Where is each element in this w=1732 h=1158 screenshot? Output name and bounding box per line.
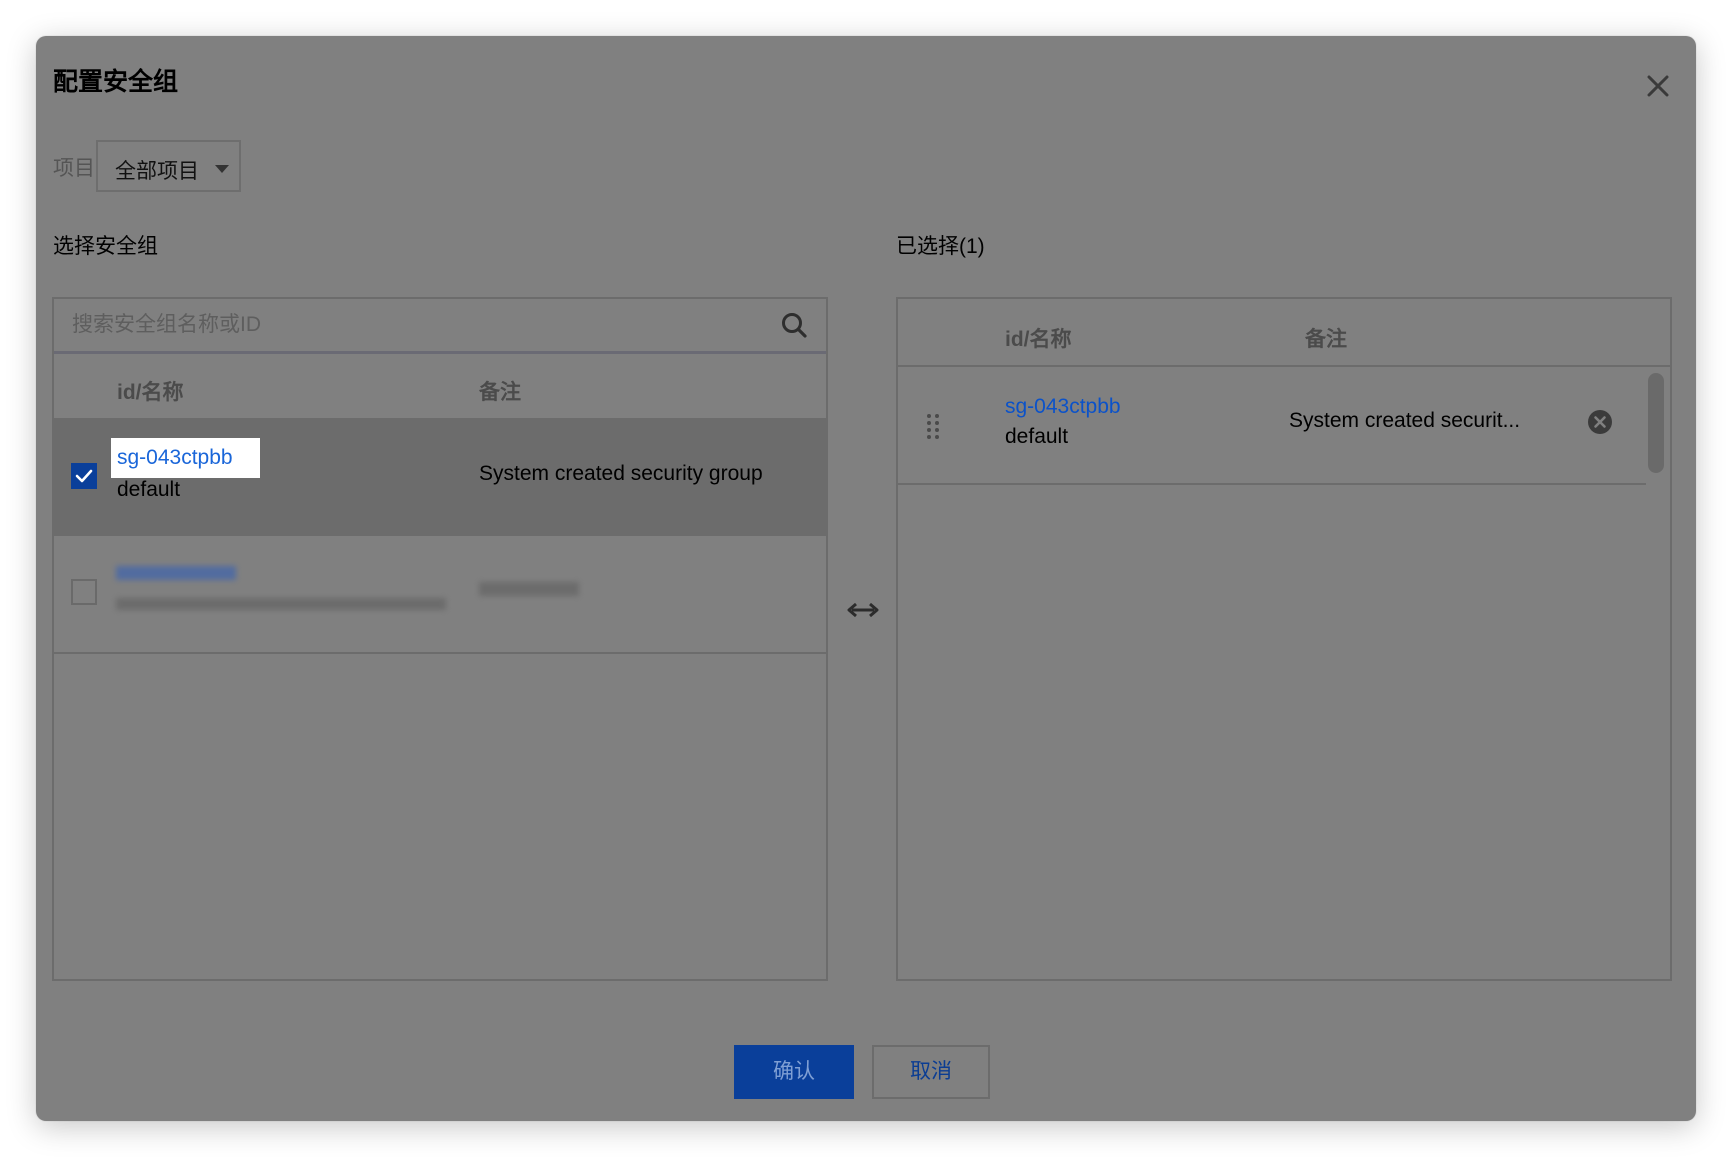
- table-header: id/名称 备注: [54, 354, 826, 420]
- project-select[interactable]: 全部项目: [96, 140, 241, 192]
- security-group-remark: System created security group: [479, 462, 763, 485]
- column-header-remark: 备注: [479, 381, 521, 404]
- column-header-remark: 备注: [1305, 328, 1347, 351]
- page: 配置安全组 项目 全部项目 选择安全组 已选择(1) id/名称 备注: [0, 0, 1732, 1158]
- security-group-id-link[interactable]: sg-043ctpbb: [1005, 395, 1121, 419]
- column-header-id-name: id/名称: [1005, 328, 1072, 351]
- chevron-down-icon: [215, 165, 229, 173]
- table-row[interactable]: [54, 536, 826, 652]
- selected-row: sg-043ctpbb default System created secur…: [898, 367, 1670, 483]
- close-icon[interactable]: [1642, 70, 1674, 102]
- select-security-group-label: 选择安全组: [53, 235, 158, 258]
- table-row[interactable]: sg-043ctpbb default System created secur…: [54, 420, 826, 536]
- row-checkbox[interactable]: [71, 579, 97, 605]
- redacted-name: [116, 598, 446, 610]
- transfer-arrows-icon: [847, 602, 879, 618]
- selected-count-label: 已选择(1): [896, 235, 985, 258]
- check-icon: [75, 469, 93, 483]
- redacted-id: [116, 566, 236, 580]
- column-header-id-name: id/名称: [117, 381, 184, 404]
- security-group-name: default: [1005, 425, 1069, 448]
- configure-security-group-dialog: 配置安全组 项目 全部项目 选择安全组 已选择(1) id/名称 备注: [36, 36, 1696, 1121]
- security-group-name: default: [117, 478, 181, 501]
- row-divider: [898, 483, 1646, 485]
- project-label: 项目: [53, 157, 95, 180]
- security-group-remark: System created securit...: [1289, 409, 1521, 432]
- row-checkbox[interactable]: [71, 463, 97, 489]
- search-icon[interactable]: [780, 311, 808, 339]
- table-header: id/名称 备注: [898, 299, 1670, 367]
- security-group-id-link[interactable]: sg-043ctpbb: [117, 446, 233, 470]
- dialog-title: 配置安全组: [53, 68, 179, 96]
- row-divider: [54, 652, 826, 654]
- cancel-button[interactable]: 取消: [872, 1045, 990, 1099]
- search-bar: [54, 299, 826, 354]
- drag-handle-icon[interactable]: [926, 413, 940, 441]
- confirm-button[interactable]: 确认: [734, 1045, 854, 1099]
- remove-icon[interactable]: [1587, 409, 1613, 435]
- redacted-remark: [479, 582, 579, 596]
- search-input[interactable]: [54, 299, 774, 351]
- available-list-panel: id/名称 备注 sg-043ctpbb default System crea…: [52, 297, 828, 981]
- selected-list-panel: id/名称 备注 sg-043ctpbb default System crea…: [896, 297, 1672, 981]
- scrollbar[interactable]: [1648, 373, 1664, 473]
- project-select-value: 全部项目: [115, 160, 199, 183]
